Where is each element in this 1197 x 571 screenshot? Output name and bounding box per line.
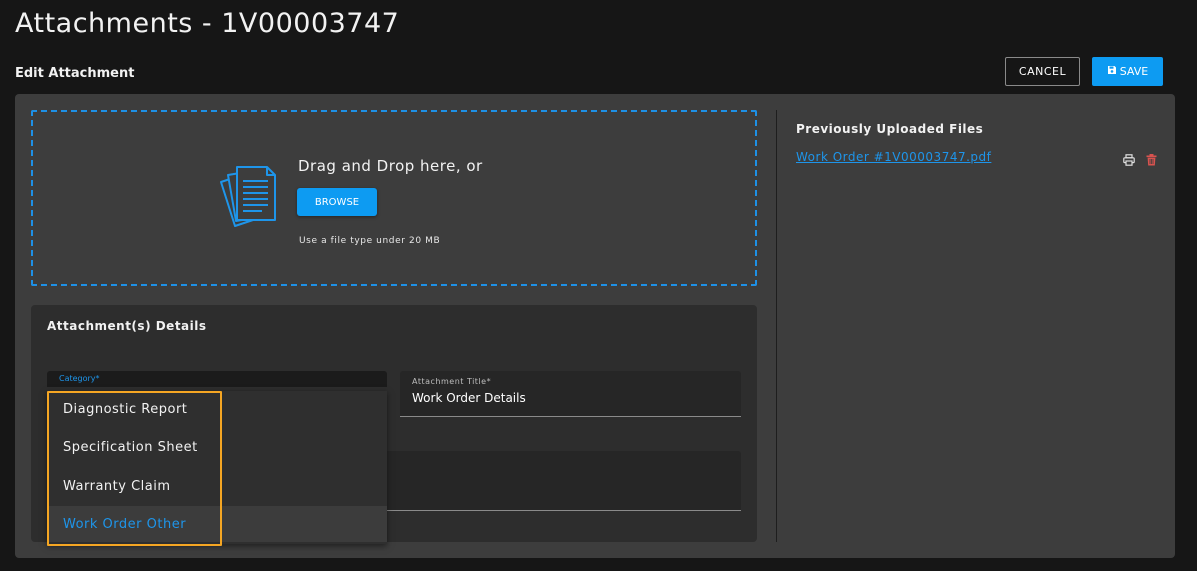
file-dropzone[interactable]: Drag and Drop here, or BROWSE Use a file… [31,110,757,286]
details-heading: Attachment(s) Details [47,319,207,333]
browse-button-label: BROWSE [314,196,360,208]
save-button[interactable]: SAVE [1092,57,1163,86]
category-dropdown-menu: Diagnostic Report Specification Sheet Wa… [47,391,387,544]
previously-uploaded-heading: Previously Uploaded Files [796,122,984,136]
save-button-label: SAVE [1119,65,1149,78]
page-title: Attachments - 1V00003747 [15,8,400,39]
attachment-title-label: Attachment Title* [412,377,492,386]
browse-button[interactable]: BROWSE [297,188,377,216]
file-size-hint: Use a file type under 20 MB [299,236,441,246]
category-label: Category* [59,374,100,383]
dropdown-option-warranty-claim[interactable]: Warranty Claim [47,468,387,504]
delete-icon[interactable] [1146,151,1157,170]
cancel-button-label: CANCEL [1018,65,1067,78]
drag-drop-text: Drag and Drop here, or [298,157,483,175]
attachment-title-value: Work Order Details [412,391,526,405]
save-icon [1107,65,1117,78]
dropdown-option-specification-sheet[interactable]: Specification Sheet [47,429,387,465]
attachment-title-input[interactable]: Attachment Title* Work Order Details [400,371,741,417]
print-icon[interactable] [1123,151,1135,170]
vertical-divider [776,110,777,542]
uploaded-file-link[interactable]: Work Order #1V00003747.pdf [796,150,991,164]
category-select[interactable]: Category* [47,371,387,387]
cancel-button[interactable]: CANCEL [1005,57,1080,86]
dropdown-option-diagnostic-report[interactable]: Diagnostic Report [47,391,387,427]
edit-attachment-heading: Edit Attachment [15,66,135,81]
dropdown-option-work-order-other[interactable]: Work Order Other [47,506,387,542]
documents-icon [217,162,281,246]
